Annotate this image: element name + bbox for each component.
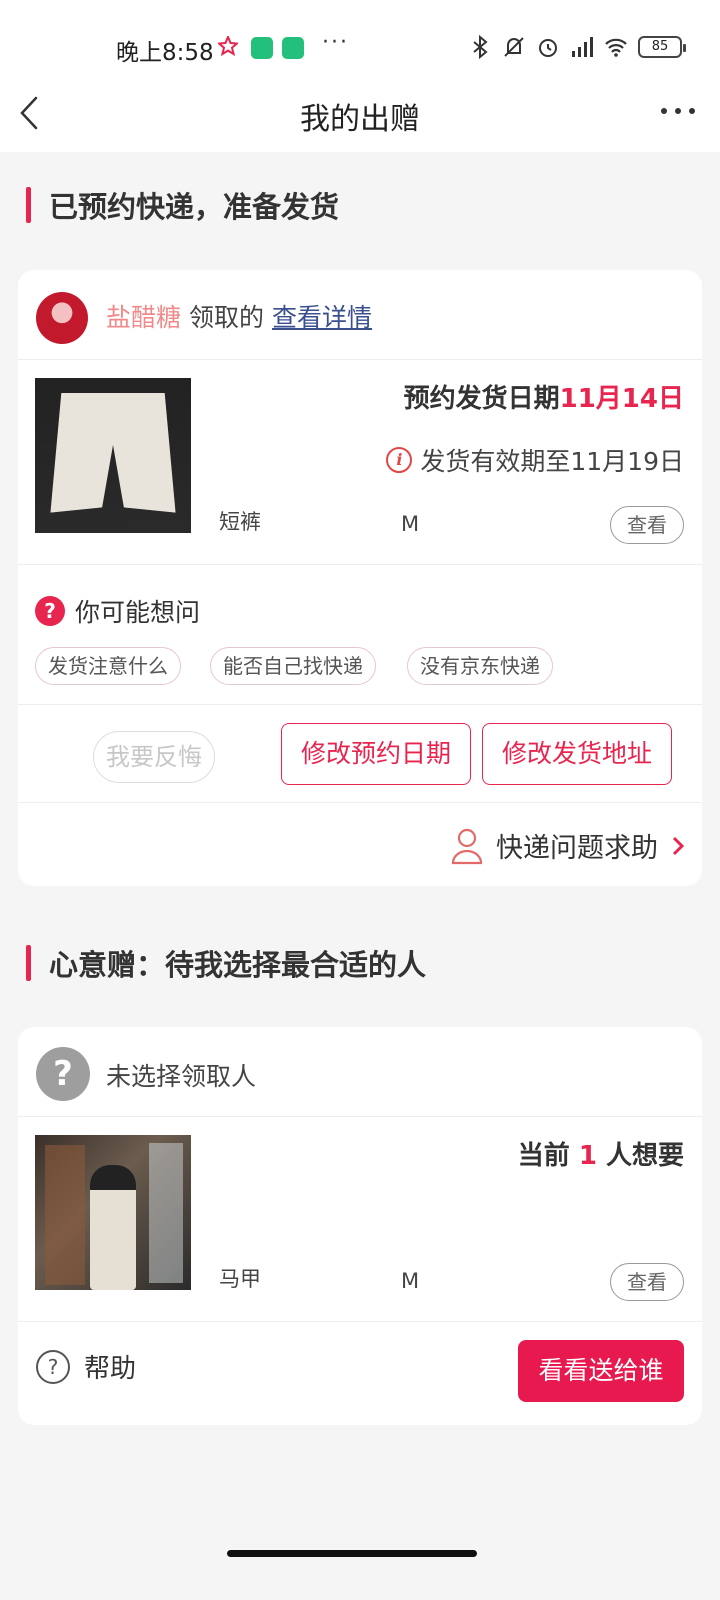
section-accent-bar bbox=[26, 945, 31, 981]
star-icon bbox=[218, 36, 238, 56]
help-icon: ? bbox=[36, 1349, 70, 1384]
page-title: 我的出赠 bbox=[300, 102, 420, 137]
chevron-right-icon bbox=[672, 836, 685, 855]
vest-image bbox=[90, 1165, 136, 1290]
unknown-user-icon: ? bbox=[36, 1047, 90, 1101]
faq-section: ? 你可能想问 发货注意什么 能否自己找快递 没有京东快递 bbox=[18, 565, 702, 705]
product-name: 短裤 bbox=[219, 510, 261, 534]
want-suffix: 人想要 bbox=[605, 1141, 684, 1171]
change-address-button[interactable]: 修改发货地址 bbox=[482, 723, 672, 785]
ship-date-value: 11月14日 bbox=[559, 384, 684, 414]
wifi-icon bbox=[605, 38, 627, 57]
photo-background bbox=[45, 1145, 85, 1285]
receiver-line: 盐醋糖 领取的 查看详情 bbox=[106, 298, 372, 334]
section-title: 已预约快递，准备发货 bbox=[49, 190, 340, 224]
express-help-link[interactable]: 快递问题求助 bbox=[450, 826, 686, 865]
see-who-to-give-button[interactable]: 看看送给谁 bbox=[518, 1340, 684, 1402]
receiver-avatar[interactable] bbox=[36, 292, 88, 344]
info-icon: i bbox=[386, 447, 413, 473]
faq-header: ? 你可能想问 bbox=[35, 593, 200, 629]
faq-chip[interactable]: 发货注意什么 bbox=[35, 647, 181, 685]
product-size: M bbox=[401, 512, 420, 536]
regret-button[interactable]: 我要反悔 bbox=[93, 731, 215, 783]
more-options-icon[interactable] bbox=[658, 102, 698, 120]
home-indicator[interactable] bbox=[227, 1550, 477, 1557]
mute-icon bbox=[504, 37, 524, 57]
receiver-name[interactable]: 盐醋糖 bbox=[106, 298, 181, 334]
receiver-row: 盐醋糖 领取的 查看详情 bbox=[18, 270, 702, 362]
shipping-card: 盐醋糖 领取的 查看详情 预约发货日期11月14日 i 发货有效期至11月19日… bbox=[18, 270, 702, 886]
product-row: 当前 1 人想要 马甲 M 查看 bbox=[18, 1117, 702, 1321]
signal-icon bbox=[572, 37, 593, 57]
shield-app-icon bbox=[251, 37, 273, 59]
change-date-button[interactable]: 修改预约日期 bbox=[281, 723, 471, 785]
alarm-icon bbox=[539, 39, 557, 57]
no-receiver-text: 未选择领取人 bbox=[106, 1062, 257, 1091]
section-header-gift: 心意赠：待我选择最合适的人 bbox=[26, 944, 426, 982]
help-link[interactable]: ? 帮助 bbox=[36, 1348, 136, 1385]
ship-valid-text: 发货有效期至11月19日 bbox=[420, 447, 684, 476]
ship-valid-line: i 发货有效期至11月19日 bbox=[386, 442, 684, 478]
more-notifications-icon: ··· bbox=[322, 30, 349, 55]
action-buttons-row: 我要反悔 修改预约日期 修改发货地址 bbox=[18, 705, 702, 803]
view-product-button[interactable]: 查看 bbox=[610, 506, 684, 544]
product-thumbnail[interactable] bbox=[35, 1135, 191, 1290]
status-icons: 85 bbox=[468, 34, 686, 60]
product-size: M bbox=[401, 1269, 420, 1293]
receiver-row: ? 未选择领取人 bbox=[18, 1027, 702, 1119]
gift-card: ? 未选择领取人 当前 1 人想要 马甲 M 查看 ? 帮助 看看送给谁 bbox=[18, 1027, 702, 1425]
section-accent-bar bbox=[26, 187, 31, 223]
ship-date: 预约发货日期11月14日 bbox=[404, 378, 684, 415]
person-icon bbox=[451, 828, 483, 864]
receiver-verb: 领取的 bbox=[189, 303, 265, 332]
status-time: 晚上8:58 bbox=[116, 40, 214, 66]
section-title: 心意赠：待我选择最合适的人 bbox=[49, 948, 427, 982]
view-detail-link[interactable]: 查看详情 bbox=[272, 298, 372, 334]
divider bbox=[18, 802, 702, 803]
want-count: 1 bbox=[578, 1141, 597, 1171]
product-thumbnail[interactable] bbox=[35, 378, 191, 533]
want-count-line: 当前 1 人想要 bbox=[518, 1135, 684, 1172]
shorts-image bbox=[50, 393, 176, 513]
view-product-button[interactable]: 查看 bbox=[610, 1263, 684, 1301]
ship-date-label: 预约发货日期 bbox=[403, 384, 560, 414]
express-help-label: 快递问题求助 bbox=[496, 833, 658, 864]
battery-icon: 85 bbox=[638, 36, 686, 58]
product-row: 预约发货日期11月14日 i 发货有效期至11月19日 短裤 M 查看 bbox=[18, 360, 702, 564]
product-name: 马甲 bbox=[219, 1267, 261, 1291]
faq-chip[interactable]: 没有京东快递 bbox=[407, 647, 553, 685]
section-header-shipping: 已预约快递，准备发货 bbox=[26, 186, 339, 224]
faq-title: 你可能想问 bbox=[75, 598, 201, 627]
photo-background bbox=[149, 1143, 183, 1283]
nav-bar: 我的出赠 bbox=[0, 76, 720, 152]
gift-actions-row: ? 帮助 看看送给谁 bbox=[18, 1322, 702, 1425]
bluetooth-icon bbox=[473, 35, 488, 59]
help-label: 帮助 bbox=[84, 1354, 137, 1384]
want-prefix: 当前 bbox=[517, 1141, 570, 1171]
app-icon bbox=[282, 37, 304, 59]
faq-chip[interactable]: 能否自己找快递 bbox=[210, 647, 376, 685]
question-icon: ? bbox=[35, 596, 65, 626]
